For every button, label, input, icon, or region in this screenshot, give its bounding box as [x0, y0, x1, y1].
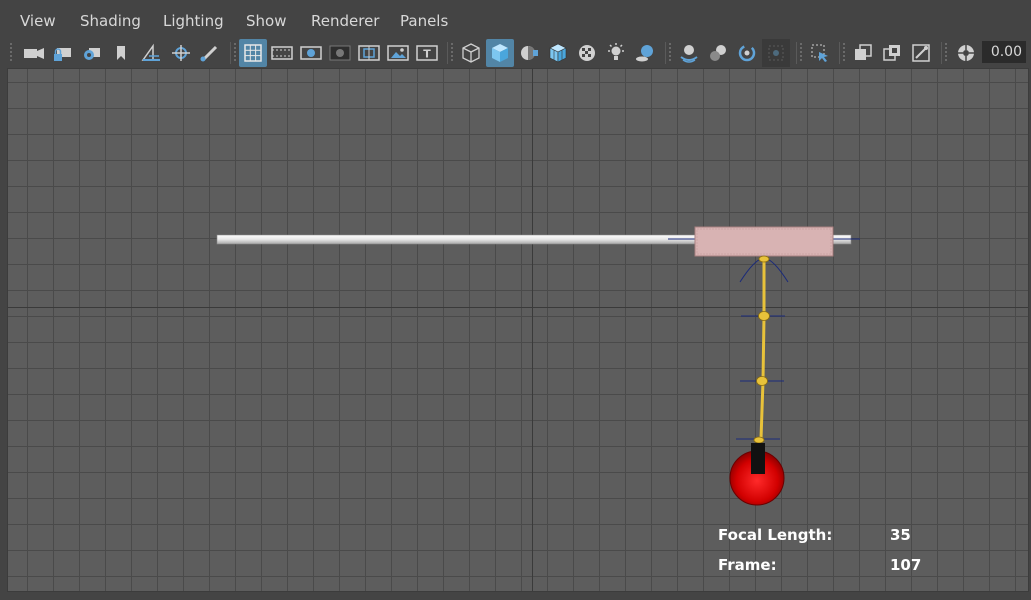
motion-blur-icon[interactable] — [704, 39, 732, 67]
exposure-icon[interactable] — [952, 39, 980, 67]
panel-menubar: View Shading Lighting Show Renderer Pane… — [0, 0, 1031, 38]
toolbar-separator — [839, 42, 840, 64]
toolbar-grip[interactable] — [669, 43, 671, 63]
axis-gizmo: y x z — [38, 589, 88, 592]
grid-icon[interactable] — [239, 39, 267, 67]
toolbar-grip[interactable] — [10, 43, 12, 63]
menu-lighting[interactable]: Lighting — [163, 12, 224, 30]
field-chart-icon[interactable] — [355, 39, 383, 67]
grease-pencil-icon[interactable] — [166, 39, 194, 67]
bookmark-icon[interactable] — [107, 39, 135, 67]
safe-action-icon[interactable] — [384, 39, 412, 67]
menu-renderer[interactable]: Renderer — [311, 12, 379, 30]
gate-mask-icon[interactable] — [326, 39, 354, 67]
isolate-select-icon[interactable] — [806, 39, 834, 67]
image-plane-icon[interactable] — [137, 39, 165, 67]
mid-joint-upper[interactable] — [758, 311, 770, 321]
ambient-occlusion-icon[interactable] — [675, 39, 703, 67]
smooth-shade-icon[interactable] — [486, 39, 514, 67]
exposure-field[interactable] — [982, 41, 1026, 63]
shadows-icon[interactable] — [631, 39, 659, 67]
resolution-gate-icon[interactable] — [297, 39, 325, 67]
lock-camera-icon[interactable] — [49, 39, 77, 67]
depth-of-field-icon[interactable] — [762, 39, 790, 67]
toolbar-separator — [941, 42, 942, 64]
viewport-canvas[interactable]: y x z Focal Length: 35 Frame: 107 — [7, 68, 1029, 592]
toolbar-grip[interactable] — [800, 43, 802, 63]
shaded-wireframe-icon[interactable] — [515, 39, 543, 67]
toolbar-grip[interactable] — [945, 43, 947, 63]
mid-joint-lower[interactable] — [756, 376, 768, 386]
top-joint[interactable] — [758, 255, 770, 263]
menu-shading[interactable]: Shading — [80, 12, 141, 30]
hud-focal-length-value: 35 — [890, 526, 911, 544]
pendulum-rope[interactable] — [757, 259, 766, 444]
xray-joints-icon[interactable] — [878, 39, 906, 67]
wireframe-icon[interactable] — [457, 39, 485, 67]
paint-brush-icon[interactable] — [195, 39, 223, 67]
hud-focal-length-label: Focal Length: — [718, 526, 833, 544]
film-gate-icon[interactable] — [268, 39, 296, 67]
scene-objects — [216, 226, 860, 506]
toolbar-grip[interactable] — [843, 43, 845, 63]
camera-icon[interactable] — [20, 39, 48, 67]
textured-icon[interactable] — [573, 39, 601, 67]
toolbar-separator — [230, 42, 231, 64]
camera-attributes-icon[interactable] — [78, 39, 106, 67]
toolbar-grip[interactable] — [451, 43, 453, 63]
menu-panels[interactable]: Panels — [400, 12, 448, 30]
xray-components-icon[interactable] — [907, 39, 935, 67]
toolbar-separator — [796, 42, 797, 64]
maya-viewport-panel: View Shading Lighting Show Renderer Pane… — [0, 0, 1031, 600]
sliding-block[interactable] — [694, 226, 834, 257]
default-material-icon[interactable] — [544, 39, 572, 67]
hud-frame-label: Frame: — [718, 556, 777, 574]
xray-icon[interactable] — [849, 39, 877, 67]
toolbar-grip[interactable] — [234, 43, 236, 63]
anti-aliasing-icon[interactable] — [733, 39, 761, 67]
hud-frame-value: 107 — [890, 556, 922, 574]
bottom-joint[interactable] — [753, 436, 765, 444]
lights-icon[interactable] — [602, 39, 630, 67]
ball-connector — [751, 443, 765, 474]
menu-show[interactable]: Show — [246, 12, 286, 30]
safe-title-icon[interactable]: T — [413, 39, 441, 67]
panel-toolbar: T — [0, 38, 1031, 68]
menu-view[interactable]: View — [20, 12, 56, 30]
svg-text:T: T — [423, 48, 431, 61]
toolbar-separator — [665, 42, 666, 64]
toolbar-separator — [447, 42, 448, 64]
